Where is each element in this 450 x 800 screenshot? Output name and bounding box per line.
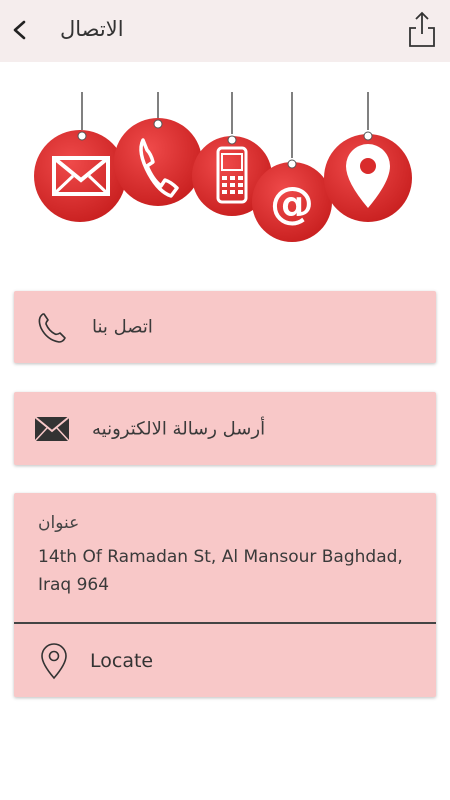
top-app-bar: الاتصال [0,0,450,62]
locate-button[interactable]: Locate [14,624,436,697]
envelope-icon [34,411,70,447]
chevron-left-icon [13,20,26,40]
location-tag-icon [324,131,412,222]
map-pin-icon [36,642,72,679]
svg-text:@: @ [270,178,314,229]
share-icon [409,11,435,47]
share-button[interactable] [406,8,438,50]
call-us-label: اتصل بنا [92,316,153,338]
back-button[interactable] [4,14,36,46]
mail-tag-icon [34,130,126,222]
address-card: عنوان 14th Of Ramadan St, Al Mansour Bag… [14,493,436,697]
page-title: الاتصال [60,17,124,41]
address-section: عنوان 14th Of Ramadan St, Al Mansour Bag… [14,493,436,623]
send-email-label: أرسل رسالة الالكترونيه [92,418,266,439]
phone-tag-icon [114,118,202,206]
phone-icon [34,309,70,345]
address-text: 14th Of Ramadan St, Al Mansour Baghdad, … [38,547,403,595]
address-label: عنوان [38,513,80,533]
locate-label: Locate [90,649,154,672]
contact-tags-illustration: @ [34,92,412,242]
send-email-button[interactable]: أرسل رسالة الالكترونيه [14,392,436,465]
call-us-button[interactable]: اتصل بنا [14,291,436,363]
